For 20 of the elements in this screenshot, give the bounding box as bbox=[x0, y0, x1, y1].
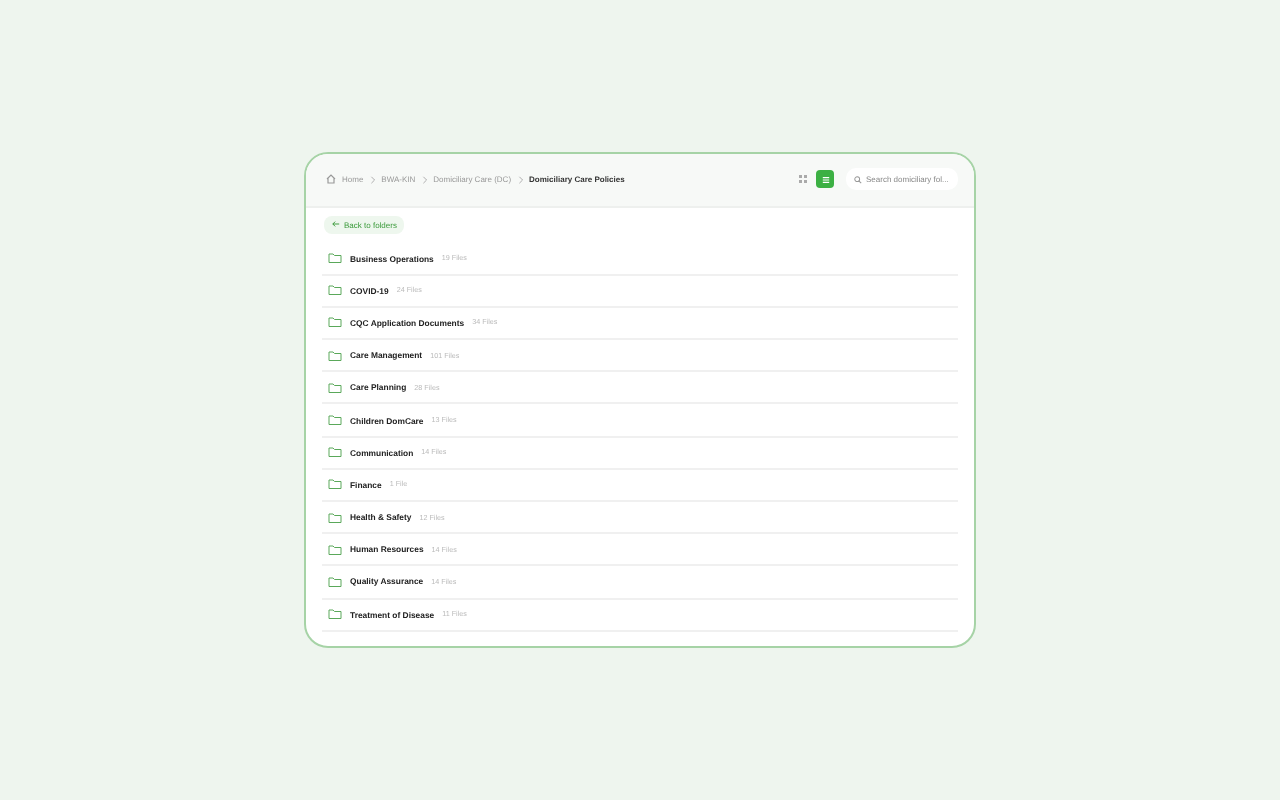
chevron-icon bbox=[517, 175, 524, 183]
list-icon bbox=[821, 175, 829, 183]
folder-icon bbox=[328, 349, 342, 362]
folder-icon bbox=[328, 478, 342, 491]
chevron-icon bbox=[421, 175, 428, 183]
list-view-button[interactable] bbox=[816, 170, 834, 188]
folder-icon bbox=[328, 608, 342, 621]
folder-icon bbox=[328, 543, 342, 556]
folder-icon bbox=[328, 446, 342, 459]
chevron-icon bbox=[369, 175, 376, 183]
folder-icon bbox=[328, 511, 342, 524]
home-icon bbox=[326, 174, 336, 184]
grid-view-icon[interactable] bbox=[798, 174, 808, 184]
folder-icon bbox=[328, 316, 342, 329]
folder-icon bbox=[328, 414, 342, 427]
folder-icon bbox=[328, 284, 342, 297]
folder-icon bbox=[328, 575, 342, 588]
folder-icon bbox=[328, 381, 342, 394]
folder-icon bbox=[328, 252, 342, 265]
back-arrow-icon bbox=[332, 220, 340, 228]
